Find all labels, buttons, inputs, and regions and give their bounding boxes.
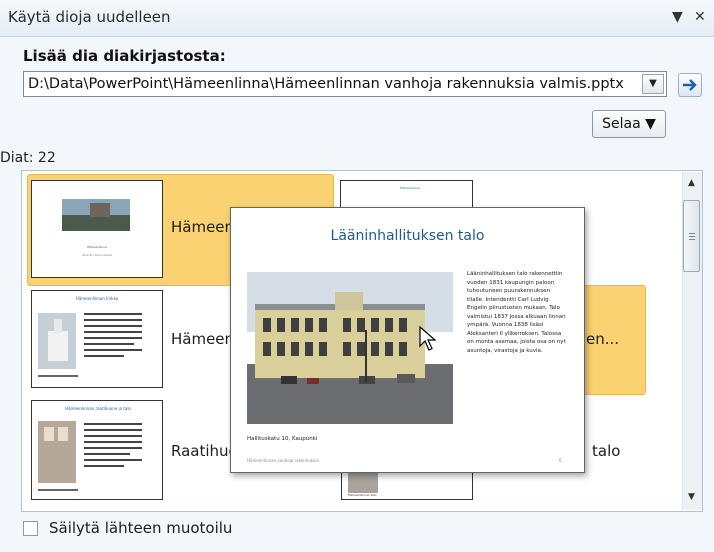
close-icon[interactable]: ✕	[694, 9, 706, 25]
slide-label-4: en...	[586, 330, 620, 348]
slide-label-1: Hämeenl	[171, 218, 239, 236]
slide-thumbnail-3[interactable]: Hämeenlinnan kirkko	[31, 290, 163, 388]
slide-thumbnail-2[interactable]: Hämeenlinna	[340, 180, 473, 210]
keep-source-formatting-label[interactable]: Säilytä lähteen muotoilu	[49, 519, 232, 537]
preview-caption: Hallituskatu 10, Kaupunki	[247, 436, 318, 442]
mouse-cursor-icon	[419, 326, 437, 351]
slide-preview-popup: Lääninhallituksen talo Lääninhallituksen…	[230, 207, 585, 473]
slide-thumbnail-5[interactable]: Hämeenlinnan raatihuone ja talo	[31, 400, 163, 500]
browse-button[interactable]: Selaa ▼	[592, 110, 666, 138]
slide-5-title: Hämeenlinnan raatihuone ja talo	[65, 406, 131, 411]
slide-3-title: Hämeenlinnan kirkko	[75, 296, 119, 301]
chevron-down-icon[interactable]: ▼	[642, 74, 664, 94]
go-arrow-button[interactable]	[678, 73, 702, 97]
preview-body-text: Lääninhallituksen talo rakennettiin vuod…	[467, 271, 566, 354]
slide-1-title: Hämeenlinna	[87, 245, 107, 249]
slide-count: Diat: 22	[0, 150, 56, 166]
pane-title: Käytä dioja uudelleen	[8, 8, 171, 26]
preview-title: Lääninhallituksen talo	[330, 228, 485, 244]
scroll-up-icon[interactable]: ▲	[688, 178, 695, 188]
slide-2-title: Hämeenlinna	[400, 186, 420, 190]
preview-page-number: 6	[559, 458, 562, 463]
slide-label-2: Hämeenl	[171, 330, 239, 348]
library-path-combobox[interactable]: D:\Data\PowerPoint\Hämeenlinna\Hämeenlin…	[23, 71, 667, 97]
insert-slide-label: Lisää dia diakirjastosta:	[23, 47, 226, 65]
library-path-value[interactable]: D:\Data\PowerPoint\Hämeenlinna\Hämeenlin…	[28, 76, 624, 92]
pane-menu-icon[interactable]: ▼	[672, 9, 683, 25]
keep-source-formatting-checkbox[interactable]	[23, 521, 38, 536]
slide-thumbnail-image	[38, 421, 142, 491]
slide-thumbnail-image	[38, 313, 142, 377]
slide-label-3: Raatihuo	[171, 442, 238, 460]
slide-thumbnail-1[interactable]: Hämeenlinna Vanhat rakennukset	[31, 180, 163, 278]
slide-thumbnail-6[interactable]: Hämeenlinnan talo	[341, 470, 473, 500]
slide-1-subtitle: Vanhat rakennukset	[81, 253, 112, 257]
arrow-right-icon	[683, 79, 697, 91]
preview-footer: Hämeenlinnan vanhoja rakennuksia	[247, 458, 319, 463]
slide-6-caption: Hämeenlinnan talo	[348, 493, 377, 497]
slide-thumbnail-image	[32, 181, 162, 277]
scrollbar-thumb[interactable]	[683, 200, 700, 272]
slide-label-5: talo	[592, 442, 621, 460]
scroll-down-icon[interactable]: ▼	[688, 492, 695, 502]
